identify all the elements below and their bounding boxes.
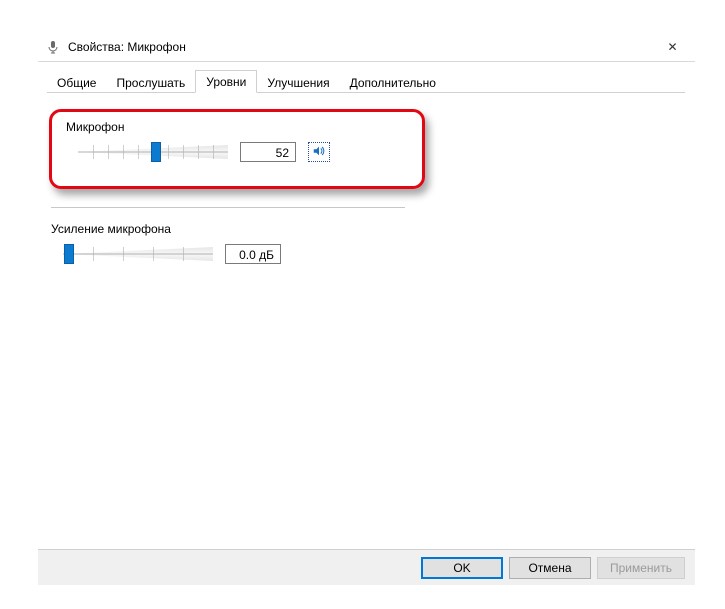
close-icon: ✕ xyxy=(667,40,677,54)
microphone-level-value[interactable]: 52 xyxy=(240,142,296,162)
tab-general[interactable]: Общие xyxy=(47,72,106,93)
properties-window: Свойства: Микрофон ✕ Общие Прослушать Ур… xyxy=(0,0,725,609)
speaker-icon xyxy=(312,144,326,161)
dialog-footer: OK Отмена Применить xyxy=(38,549,695,585)
tab-bar: Общие Прослушать Уровни Улучшения Дополн… xyxy=(47,71,685,93)
microphone-slider-thumb[interactable] xyxy=(151,142,161,162)
microphone-boost-label: Усиление микрофона xyxy=(51,222,685,236)
microphone-boost-row: 0.0 дБ xyxy=(51,244,685,264)
cancel-button[interactable]: Отмена xyxy=(509,557,591,579)
microphone-level-row: 52 xyxy=(66,142,408,162)
tab-content-levels: Микрофон 52 xyxy=(47,93,685,549)
highlight-annotation: Микрофон 52 xyxy=(49,109,425,189)
tab-enhancements[interactable]: Улучшения xyxy=(257,72,339,93)
tab-listen[interactable]: Прослушать xyxy=(106,72,195,93)
window-title: Свойства: Микрофон xyxy=(68,40,186,54)
microphone-level-slider[interactable] xyxy=(78,142,228,162)
apply-button[interactable]: Применить xyxy=(597,557,685,579)
titlebar: Свойства: Микрофон ✕ xyxy=(38,32,695,62)
microphone-boost-group: Усиление микрофона 0.0 дБ xyxy=(51,222,685,264)
microphone-level-label: Микрофон xyxy=(66,120,408,134)
microphone-level-group: Микрофон 52 xyxy=(66,120,408,162)
microphone-mute-button[interactable] xyxy=(308,142,330,162)
microphone-boost-slider[interactable] xyxy=(63,244,213,264)
boost-slider-thumb[interactable] xyxy=(64,244,74,264)
ok-button[interactable]: OK xyxy=(421,557,503,579)
divider xyxy=(51,207,405,208)
microphone-icon xyxy=(46,40,60,54)
microphone-boost-value[interactable]: 0.0 дБ xyxy=(225,244,281,264)
tab-levels[interactable]: Уровни xyxy=(195,70,257,93)
tab-advanced[interactable]: Дополнительно xyxy=(340,72,446,93)
close-button[interactable]: ✕ xyxy=(650,32,695,62)
